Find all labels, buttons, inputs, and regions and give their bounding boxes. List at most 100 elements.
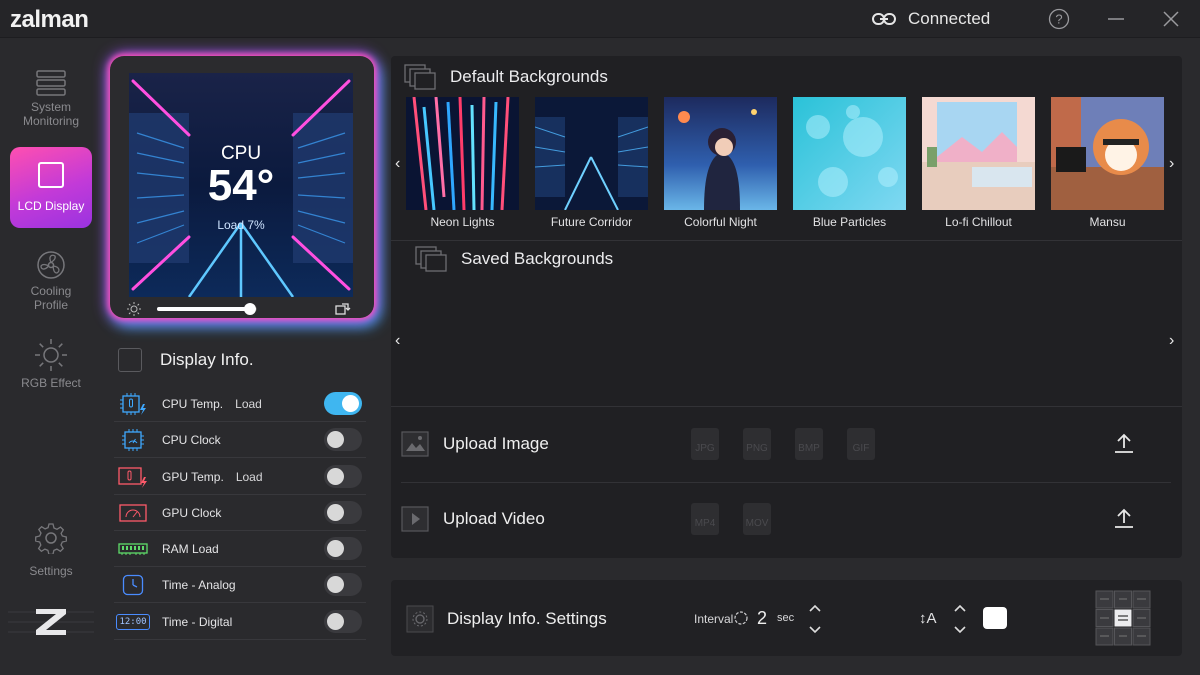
square-icon xyxy=(38,162,64,188)
thumb-caption: Neon Lights xyxy=(430,215,495,229)
row-label: RAM Load xyxy=(162,541,219,556)
gpu-clock-icon xyxy=(119,503,147,522)
rotate-screen-icon[interactable] xyxy=(335,302,351,316)
gear-icon xyxy=(35,523,67,554)
display-info-row-time-analog: Time - Analog xyxy=(114,567,366,603)
settings-gear-icon xyxy=(406,605,434,633)
minimize-icon[interactable] xyxy=(1105,8,1127,30)
sidebar-item-system-monitoring[interactable]: System Monitoring xyxy=(10,70,92,128)
preview-value: 54° xyxy=(207,161,275,210)
upload-image-title: Upload Image xyxy=(443,434,549,453)
font-size-stepper[interactable] xyxy=(952,602,968,636)
background-thumb[interactable]: Neon Lights xyxy=(406,97,519,229)
row-label: Time - Digital xyxy=(162,614,233,629)
ram-icon xyxy=(118,542,148,555)
zalman-z-logo xyxy=(8,609,94,635)
sidebar-item-settings[interactable]: Settings xyxy=(10,522,92,578)
upload-video-title: Upload Video xyxy=(443,509,545,528)
blue-particles-image xyxy=(793,97,906,210)
lofi-chillout-image xyxy=(922,97,1035,210)
brightness-icon xyxy=(127,302,141,316)
future-corridor-image xyxy=(535,97,648,210)
brightness-slider[interactable] xyxy=(157,303,257,315)
sidebar-item-cooling-profile[interactable]: Cooling Profile xyxy=(10,250,92,312)
interval-label: Interval xyxy=(694,612,734,626)
mp4-format-icon: MP4 xyxy=(691,503,719,535)
cpu-temp-toggle[interactable] xyxy=(324,392,362,415)
upload-image-row[interactable]: Upload Image JPG PNG BMP GIF xyxy=(401,414,1171,474)
display-info-row-gpu-temp: GPU Temp. Load xyxy=(114,459,366,495)
interval-stepper[interactable] xyxy=(807,602,823,636)
row-label: GPU Clock xyxy=(162,505,222,520)
refresh-icon xyxy=(734,611,748,625)
close-icon[interactable] xyxy=(1160,8,1182,30)
lcd-screen: CPU 54° Load 7% xyxy=(129,73,353,297)
font-size-icon: ↕A xyxy=(919,610,937,627)
display-info-settings-bar: Display Info. Settings Interval 2 sec ↕A xyxy=(391,580,1182,656)
background-thumb[interactable]: Colorful Night xyxy=(664,97,777,229)
display-info-row-cpu-temp: CPU Temp. Load xyxy=(114,386,366,422)
row-sub: Load xyxy=(235,396,262,411)
gpu-clock-toggle[interactable] xyxy=(324,501,362,524)
text-color-swatch[interactable] xyxy=(983,607,1007,629)
mov-format-icon: MOV xyxy=(743,503,771,535)
sidebar-label: Monitoring xyxy=(22,114,80,128)
time-analog-toggle[interactable] xyxy=(324,573,362,596)
display-info-title: Display Info. xyxy=(160,350,254,369)
sidebar-label: RGB Effect xyxy=(21,376,81,390)
interval-value: 2 xyxy=(757,608,768,628)
cpu-temp-icon xyxy=(120,392,146,415)
position-grid-selector[interactable] xyxy=(1095,590,1151,646)
brightness-knob[interactable] xyxy=(244,303,256,315)
brightness-row xyxy=(127,302,359,316)
cpu-clock-icon xyxy=(122,428,144,451)
divider xyxy=(401,482,1171,483)
background-thumb[interactable]: Lo-fi Chillout xyxy=(922,97,1035,229)
svg-text:?: ? xyxy=(1055,12,1062,27)
thumb-caption: Mansu xyxy=(1089,215,1126,229)
saved-prev-arrow[interactable]: ‹ xyxy=(395,332,400,350)
neon-lights-image xyxy=(406,97,519,210)
divider xyxy=(391,406,1182,407)
connection-label: Connected xyxy=(908,9,991,28)
background-thumb[interactable]: Blue Particles xyxy=(793,97,906,229)
lcd-preview: CPU 54° Load 7% xyxy=(110,56,374,318)
gallery-icon xyxy=(415,246,447,272)
jpg-format-icon: JPG xyxy=(691,428,719,460)
gpu-temp-toggle[interactable] xyxy=(324,465,362,488)
help-icon[interactable]: ? xyxy=(1048,8,1070,30)
sidebar-item-rgb-effect[interactable]: RGB Effect xyxy=(10,338,92,390)
sidebar-label: Cooling xyxy=(30,284,72,298)
sidebar-item-lcd-display[interactable]: LCD Display xyxy=(10,147,92,228)
ram-load-toggle[interactable] xyxy=(324,537,362,560)
cpu-clock-toggle[interactable] xyxy=(324,428,362,451)
image-icon xyxy=(401,431,429,457)
saved-backgrounds-title: Saved Backgrounds xyxy=(461,249,614,268)
gif-format-icon: GIF xyxy=(847,428,875,460)
display-info-header: Display Info. xyxy=(118,348,254,372)
display-info-checkbox[interactable] xyxy=(118,348,142,372)
upload-icon[interactable] xyxy=(1113,432,1135,454)
sidebar-label: System xyxy=(30,100,71,114)
row-label: Time - Analog xyxy=(162,577,236,592)
upload-video-row[interactable]: Upload Video MP4 MOV xyxy=(401,489,1171,549)
backgrounds-panel: Default Backgrounds ‹ › Neon Lights Futu… xyxy=(391,56,1182,558)
upload-icon[interactable] xyxy=(1113,507,1135,529)
title-bar: zalman Connected ? xyxy=(0,0,1200,38)
time-digital-toggle[interactable] xyxy=(324,610,362,633)
settings-title: Display Info. Settings xyxy=(447,609,607,628)
row-label: CPU Temp. xyxy=(162,396,224,411)
bmp-format-icon: BMP xyxy=(795,428,823,460)
background-thumb[interactable]: Future Corridor xyxy=(535,97,648,229)
default-next-arrow[interactable]: › xyxy=(1169,155,1174,173)
analog-clock-icon xyxy=(122,574,144,595)
connection-status: Connected xyxy=(872,9,990,29)
gallery-icon xyxy=(404,64,436,90)
default-prev-arrow[interactable]: ‹ xyxy=(395,155,400,173)
display-info-row-ram-load: RAM Load xyxy=(114,531,366,567)
row-label: GPU Temp. xyxy=(162,469,224,484)
background-thumb[interactable]: Mansu xyxy=(1051,97,1164,229)
display-info-row-time-digital: 12:00 Time - Digital xyxy=(114,604,366,640)
saved-next-arrow[interactable]: › xyxy=(1169,332,1174,350)
divider xyxy=(391,240,1182,241)
